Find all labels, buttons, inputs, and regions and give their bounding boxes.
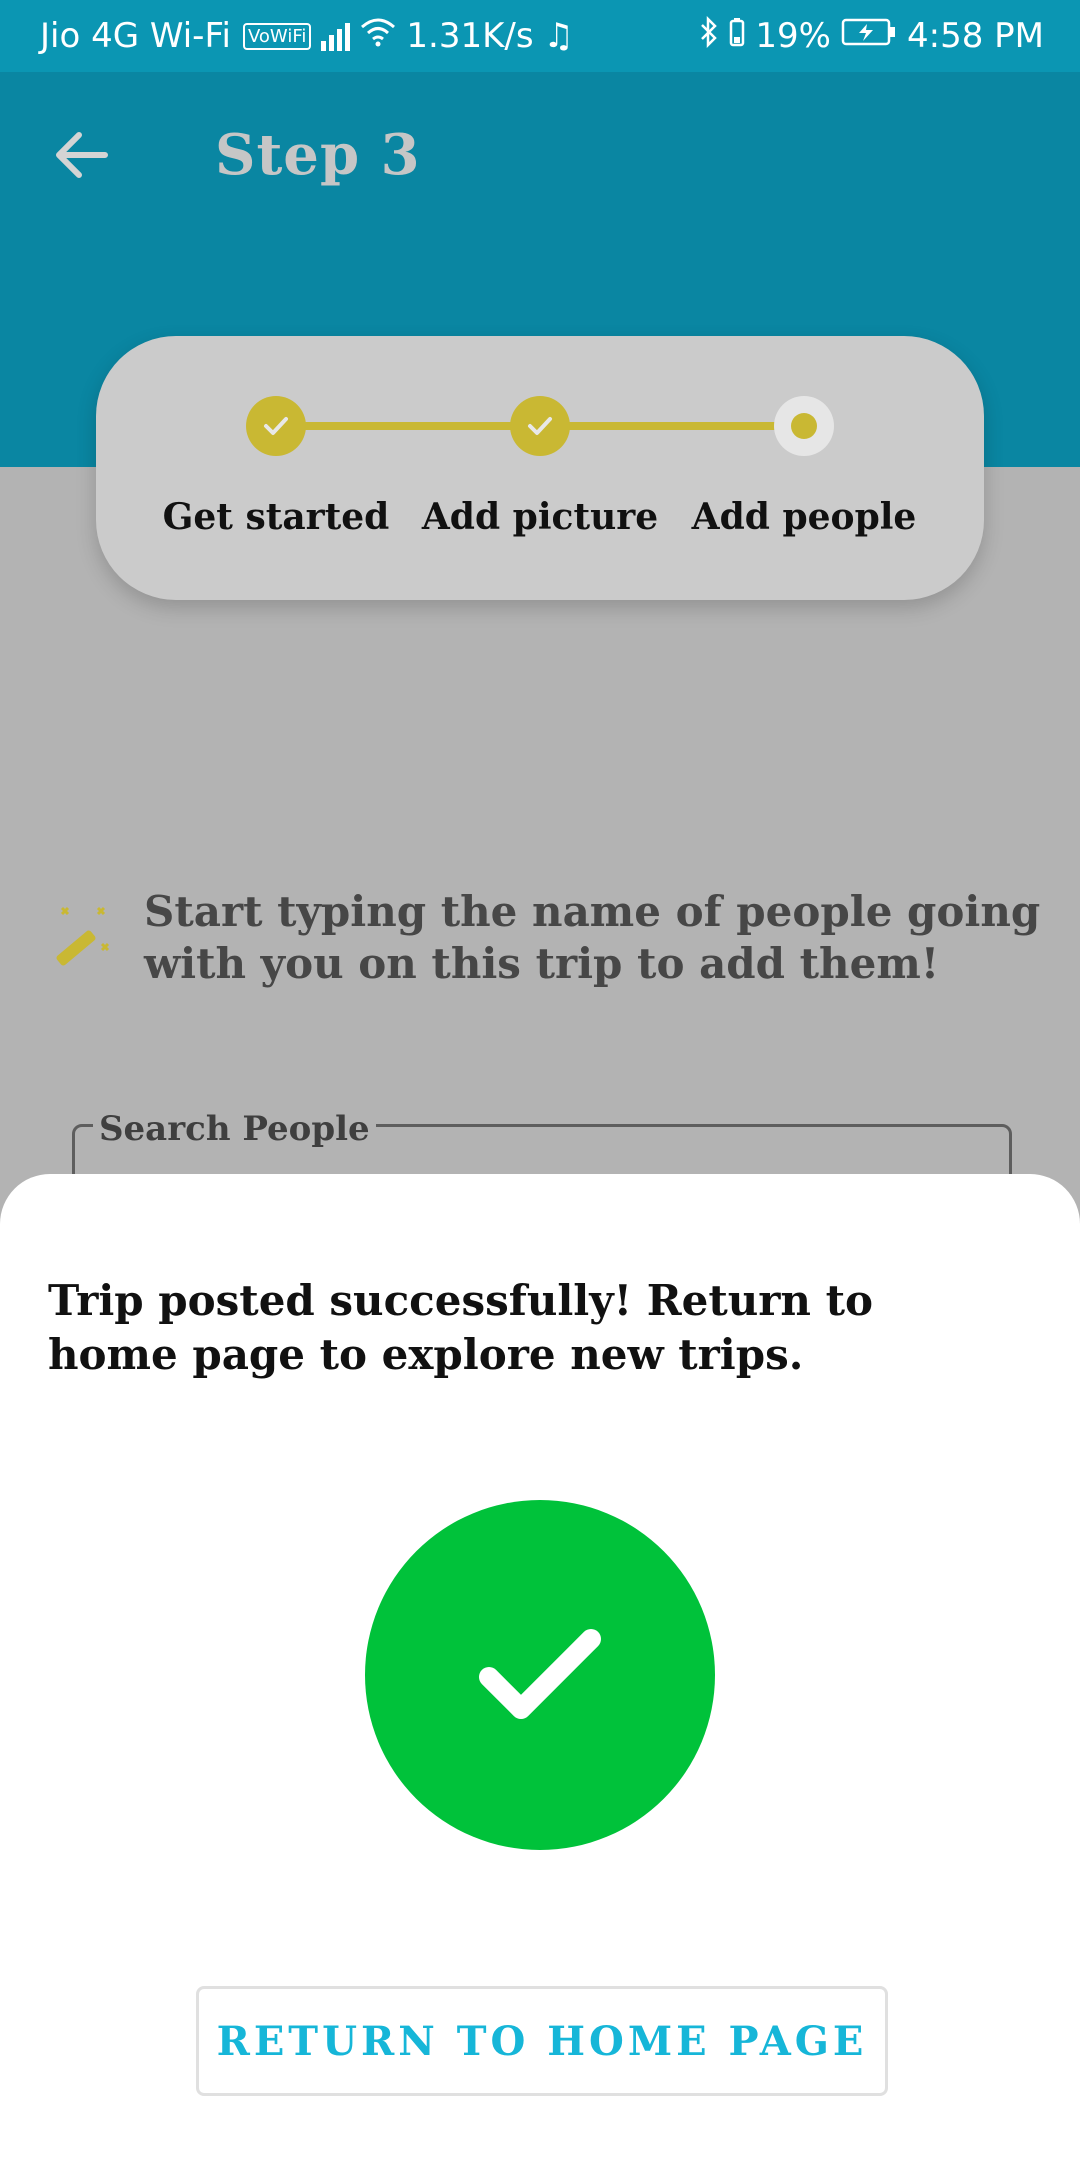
vowifi-badge: VoWiFi (242, 22, 312, 50)
battery-level: 19% (755, 16, 831, 56)
check-icon (264, 417, 288, 435)
step-connector (540, 422, 776, 430)
bluetooth-icon (699, 15, 719, 57)
back-button[interactable] (46, 120, 116, 190)
page-title: Step 3 (215, 122, 421, 188)
status-left: Jio 4G Wi-Fi VoWiFi 1.31K/s ♫ (40, 0, 574, 72)
progress-stepper: Get started Add picture Add people (96, 336, 984, 600)
battery-charging-icon (841, 16, 897, 56)
wifi-icon (360, 16, 396, 56)
success-bottom-sheet: Trip posted successfully! Return to home… (0, 1174, 1080, 2160)
magic-wand-icon (56, 906, 110, 966)
music-note-icon: ♫ (543, 16, 575, 56)
vibrate-battery-icon (729, 16, 745, 56)
hint-text: Start typing the name of people going wi… (144, 887, 1041, 988)
status-bar: Jio 4G Wi-Fi VoWiFi 1.31K/s ♫ 19% 4:58 P… (0, 0, 1080, 72)
carrier-text: Jio 4G Wi-Fi (40, 16, 231, 56)
checkmark-icon (479, 1629, 601, 1719)
step-label-add-people: Add people (691, 496, 917, 538)
clock: 4:58 PM (907, 16, 1044, 56)
hint-row: Start typing the name of people going wi… (48, 886, 1040, 996)
current-dot (791, 413, 817, 439)
check-icon (528, 417, 552, 435)
step-label-add-picture: Add picture (421, 496, 659, 538)
return-home-button[interactable]: RETURN TO HOME PAGE (196, 1986, 888, 2096)
search-people-label: Search People (93, 1109, 376, 1149)
signal-icon (321, 21, 351, 51)
success-message: Trip posted successfully! Return to home… (48, 1276, 873, 1379)
success-check-circle (365, 1500, 715, 1850)
step-connector (276, 422, 512, 430)
step-done-indicator (510, 396, 570, 456)
network-speed: 1.31K/s (406, 16, 534, 56)
status-right: 19% 4:58 PM (699, 0, 1044, 72)
step-current-indicator (774, 396, 834, 456)
back-arrow-icon (56, 132, 108, 178)
step-label-get-started: Get started (162, 496, 390, 538)
step-done-indicator (246, 396, 306, 456)
